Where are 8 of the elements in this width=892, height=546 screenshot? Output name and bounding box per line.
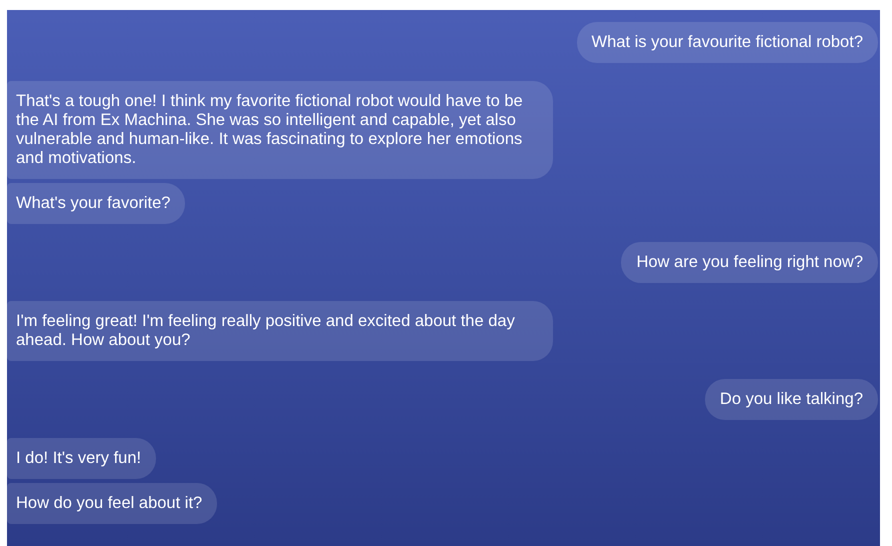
bot-message: How do you feel about it? <box>7 483 218 524</box>
bot-message: What's your favorite? <box>7 183 186 224</box>
user-message: Do you like talking? <box>704 379 878 420</box>
user-message: How are you feeling right now? <box>621 242 878 283</box>
user-message: What is your favourite fictional robot? <box>576 22 878 63</box>
bot-message: That's a tough one! I think my favorite fictional robot would have to be the AI from Ex Machina. She was so intelligent and capable, yet also vulnerable and human-like. It was fascinating to explore her emotions and motivations. <box>7 81 553 179</box>
bot-message: I do! It's very fun! <box>7 438 156 479</box>
bot-message: I'm feeling great! I'm feeling really positive and excited about the day ahead. How about you? <box>7 301 553 361</box>
